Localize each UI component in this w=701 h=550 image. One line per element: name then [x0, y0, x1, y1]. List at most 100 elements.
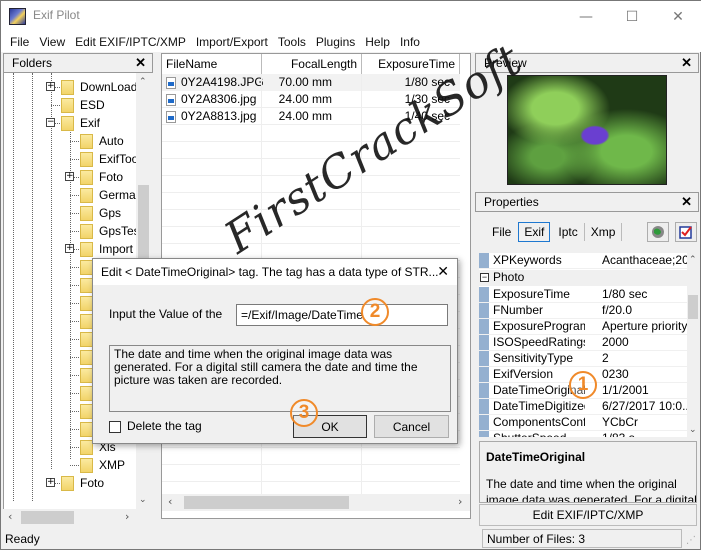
properties-vscroll-thumb[interactable] — [688, 295, 698, 319]
grid-line — [162, 176, 460, 193]
properties-close-icon[interactable]: ✕ — [681, 194, 692, 210]
property-row[interactable]: ShutterSpeed 1/83 s — [479, 431, 687, 437]
maximize-button[interactable]: ☐ — [609, 1, 655, 32]
preview-close-icon[interactable]: ✕ — [681, 55, 692, 71]
property-row[interactable]: ComponentsConfiguration YCbCr — [479, 415, 687, 431]
resize-grip-icon[interactable]: ⋰ — [686, 535, 696, 546]
properties-panel-header: Properties ✕ — [475, 192, 699, 212]
folder-tree-item[interactable]: Exif — [61, 114, 100, 132]
dialog-title-bar: Edit < DateTimeOriginal> tag. The tag ha… — [93, 259, 457, 285]
scroll-left-icon[interactable]: ‹ — [8, 510, 12, 523]
property-row[interactable]: ISOSpeedRatings 2000 — [479, 335, 687, 351]
folder-tree-item[interactable]: Import — [80, 240, 133, 258]
collapse-icon[interactable]: − — [480, 273, 489, 282]
menu-edit-exif[interactable]: Edit EXIF/IPTC/XMP — [70, 35, 191, 49]
annotation-badge-3: 3 — [290, 399, 318, 427]
tab-iptc[interactable]: Iptc — [552, 223, 585, 241]
globe-icon[interactable] — [647, 222, 669, 242]
column-header-exposuretime[interactable]: ExposureTime — [362, 54, 460, 74]
file-list-hscroll-thumb[interactable] — [184, 496, 349, 509]
grid-line — [162, 227, 460, 244]
property-row[interactable]: FNumber f/20.0 — [479, 303, 687, 319]
folder-tree-hscroll-thumb[interactable] — [21, 511, 74, 524]
property-row[interactable]: ExposureProgram Aperture priority — [479, 319, 687, 335]
property-key: ShutterSpeed — [493, 431, 585, 437]
collapse-icon[interactable]: − — [46, 118, 55, 127]
tree-line — [13, 73, 14, 501]
scroll-left-icon[interactable]: ‹ — [168, 495, 172, 508]
scroll-right-icon[interactable]: › — [125, 510, 129, 523]
tab-xmp[interactable]: Xmp — [585, 223, 623, 241]
menu-tools[interactable]: Tools — [273, 35, 311, 49]
folder-tree-item[interactable]: ExifTool — [80, 150, 141, 168]
image-file-icon — [166, 93, 176, 106]
menu-file[interactable]: File — [5, 35, 34, 49]
folder-tree-item[interactable]: Foto — [61, 474, 104, 492]
property-row[interactable]: SensitivityType 2 — [479, 351, 687, 367]
property-group-photo[interactable]: − Photo — [479, 270, 687, 286]
dialog-close-icon[interactable]: ✕ — [437, 263, 449, 280]
folders-close-icon[interactable]: ✕ — [135, 55, 146, 71]
folder-tree-item[interactable]: Foto — [80, 168, 123, 186]
file-row[interactable]: 0Y2A4198.JPG 70.00 mm 1/80 sec — [162, 74, 460, 91]
property-value: Aperture priority — [602, 319, 688, 333]
cancel-button[interactable]: Cancel — [374, 415, 449, 438]
folder-tree-hscrollbar[interactable]: ‹ › — [3, 509, 151, 526]
image-file-icon — [166, 76, 176, 89]
image-file-icon — [166, 110, 176, 123]
folder-icon — [61, 79, 74, 95]
scroll-right-icon[interactable]: › — [458, 495, 462, 508]
grid-line — [162, 193, 460, 210]
edit-exif-button[interactable]: Edit EXIF/IPTC/XMP — [479, 504, 697, 526]
file-row[interactable]: 0Y2A8306.jpg 24.00 mm 1/30 sec — [162, 91, 460, 108]
tab-file[interactable]: File — [489, 223, 514, 241]
properties-grid: XPKeywords Acanthaceae;20... − Photo Exp… — [479, 253, 691, 437]
tag-value-input[interactable] — [236, 304, 448, 326]
menu-plugins[interactable]: Plugins — [311, 35, 360, 49]
checklist-icon[interactable] — [675, 222, 697, 242]
folder-icon — [80, 151, 93, 167]
tab-exif[interactable]: Exif — [518, 222, 551, 242]
column-header-filename[interactable]: FileName — [162, 54, 262, 74]
properties-vscrollbar[interactable]: ⌃ ⌄ — [687, 253, 699, 437]
file-name: 0Y2A8306.jpg — [181, 92, 257, 106]
folder-tree-item[interactable]: German — [80, 186, 142, 204]
property-value: YCbCr — [602, 415, 639, 429]
expand-icon[interactable]: + — [46, 478, 55, 487]
folder-tree-item[interactable]: Gps — [80, 204, 121, 222]
property-row[interactable]: DateTimeDigitized 6/27/2017 10:0... — [479, 399, 688, 415]
menu-info[interactable]: Info — [395, 35, 425, 49]
folder-label: ESD — [80, 98, 105, 112]
folder-tree-item[interactable]: DownLoad — [61, 78, 137, 96]
close-button[interactable]: ✕ — [655, 1, 701, 32]
menu-import-export[interactable]: Import/Export — [191, 35, 273, 49]
folder-icon — [80, 169, 93, 185]
tag-description-textarea[interactable]: The date and time when the original imag… — [109, 345, 451, 412]
property-key: DateTimeDigitized — [493, 399, 585, 413]
folder-icon — [80, 241, 93, 257]
file-list-hscrollbar[interactable]: ‹ › — [162, 494, 470, 511]
menu-view[interactable]: View — [34, 35, 70, 49]
file-row[interactable]: 0Y2A8813.jpg 24.00 mm 1/40 sec — [162, 108, 460, 125]
group-label: Photo — [493, 270, 525, 284]
status-file-count: Number of Files: 3 — [482, 529, 682, 548]
property-key: ExposureTime — [493, 287, 570, 301]
expand-icon[interactable]: + — [65, 244, 74, 253]
folder-tree-item[interactable]: ESD — [61, 96, 105, 114]
folder-tree-item[interactable]: GpsTest — [80, 222, 143, 240]
folder-tree-item[interactable]: XMP — [80, 456, 125, 474]
minimize-button[interactable]: — — [563, 1, 609, 32]
folder-tree-item[interactable]: Auto — [80, 132, 124, 150]
column-header-focallength[interactable]: FocalLength — [262, 54, 362, 74]
expand-icon[interactable]: + — [46, 82, 55, 91]
folder-label: Foto — [80, 476, 105, 490]
file-name: 0Y2A8813.jpg — [181, 109, 257, 123]
delete-tag-label: Delete the tag — [127, 419, 202, 433]
property-row[interactable]: XPKeywords Acanthaceae;20... — [479, 253, 688, 269]
delete-tag-checkbox[interactable] — [109, 421, 121, 433]
folders-title: Folders — [12, 56, 53, 70]
menu-help[interactable]: Help — [360, 35, 395, 49]
expand-icon[interactable]: + — [65, 172, 74, 181]
property-value: 2000 — [602, 335, 629, 349]
property-row[interactable]: ExposureTime 1/80 sec — [479, 287, 687, 303]
